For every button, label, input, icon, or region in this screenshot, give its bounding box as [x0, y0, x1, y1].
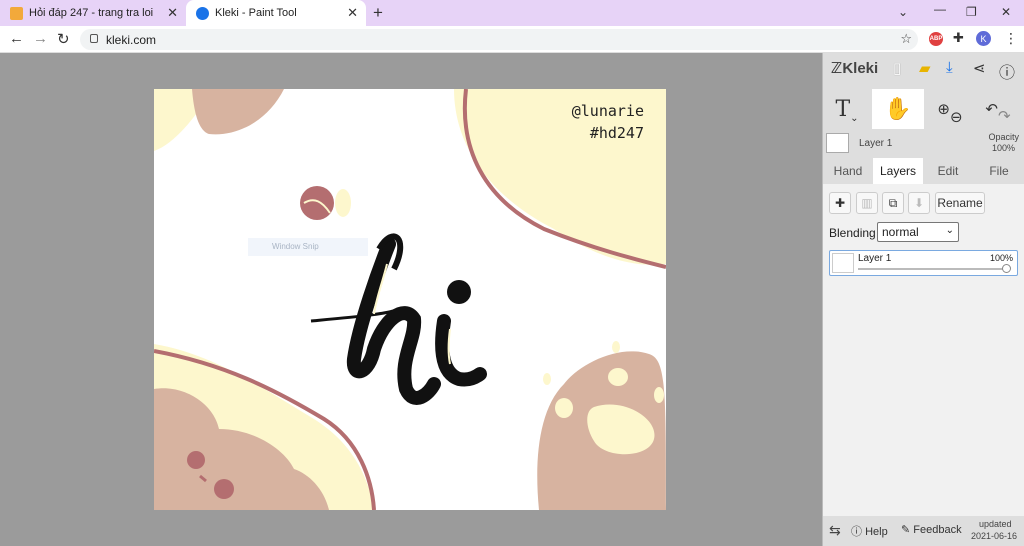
- tab-title: Hỏi đáp 247 - trang tra loi: [29, 7, 154, 19]
- kleki-logo-icon: ℤ: [831, 60, 843, 77]
- chevron-down-icon: ⌄: [945, 225, 954, 236]
- blending-select[interactable]: normal ⌄: [877, 222, 959, 242]
- address-bar-row: ← → ↻ kleki.com ☆: [0, 26, 1024, 53]
- kleki-sidebar: ℤKleki ▯ ▰ ⤓ ⋖ ⓘ T ⌄ ✋ ⊕ ⊖ ↶ ↷ Layer 1 Opac…: [822, 53, 1024, 546]
- kleki-favicon-icon: [196, 6, 209, 20]
- logo-text: Kleki: [842, 60, 879, 77]
- layer-name: Layer 1: [858, 253, 892, 264]
- swap-side-icon[interactable]: ⇆: [829, 522, 841, 539]
- undo-redo-icon[interactable]: ↶ ↷: [975, 89, 1021, 129]
- add-layer-button[interactable]: ✚: [829, 192, 851, 214]
- leaf-cream: [335, 189, 351, 217]
- help-link[interactable]: ⓘ Help: [851, 523, 888, 539]
- url-text: kleki.com: [106, 32, 157, 47]
- tab-edit[interactable]: Edit: [923, 158, 973, 184]
- browser-menu-icon[interactable]: ⋮: [1004, 30, 1018, 47]
- close-window-icon[interactable]: ✕: [1001, 5, 1011, 19]
- new-tab-icon[interactable]: +: [373, 3, 383, 23]
- tab-hoidap247[interactable]: Hỏi đáp 247 - trang tra loi ✕: [0, 0, 186, 26]
- panel-tabs: Hand Layers Edit File: [823, 158, 1024, 184]
- current-layer-info: Layer 1 Opacity 100%: [823, 130, 1024, 158]
- extensions-icon[interactable]: ✚: [953, 30, 964, 46]
- zoom-out-icon[interactable]: ⊖: [950, 108, 963, 126]
- close-tab-icon[interactable]: ✕: [167, 5, 178, 21]
- hoidap-favicon-icon: [10, 6, 23, 20]
- feedback-icon: ✎: [901, 524, 914, 536]
- duplicate-layer-button[interactable]: ⧉: [882, 192, 904, 214]
- tab-search-icon[interactable]: ⌄: [898, 5, 908, 19]
- url-field[interactable]: kleki.com ☆: [80, 29, 918, 50]
- opacity-value: 100%: [991, 143, 1015, 153]
- bookmark-star-icon[interactable]: ☆: [900, 31, 912, 47]
- minimize-icon[interactable]: —: [934, 2, 946, 16]
- sidebar-footer: ⇆ ⓘ Help ✎ Feedback updated 2021-06-16: [823, 516, 1024, 546]
- lock-icon: [90, 34, 98, 43]
- help-circle-icon[interactable]: ⓘ: [999, 59, 1015, 83]
- tab-title: Kleki - Paint Tool: [215, 7, 297, 19]
- slider-handle[interactable]: [1002, 264, 1011, 273]
- merge-down-button[interactable]: ⬇: [908, 192, 930, 214]
- tool-row: T ⌄ ✋ ⊕ ⊖ ↶ ↷: [823, 89, 1024, 129]
- updated-date: 2021-06-16: [971, 531, 1018, 541]
- watermark-handle: @lunarie: [571, 102, 644, 120]
- top-left-tan-blob: [192, 89, 284, 135]
- window-snip-overlay: Window Snip: [248, 238, 368, 256]
- blending-label: Blending: [829, 226, 876, 240]
- restore-icon[interactable]: ❐: [966, 5, 977, 19]
- zoom-icon[interactable]: ⊕ ⊖: [927, 89, 973, 129]
- help-label: Help: [865, 526, 888, 538]
- blending-value: normal: [882, 225, 919, 239]
- open-folder-icon[interactable]: ▰: [919, 59, 931, 77]
- adblock-icon[interactable]: ABP: [929, 32, 943, 46]
- layer-opacity: 100%: [989, 253, 1013, 263]
- feedback-link[interactable]: ✎ Feedback: [901, 523, 962, 536]
- help-icon: ⓘ: [851, 526, 866, 538]
- layer-thumbnail: [826, 133, 849, 153]
- layer-list-item[interactable]: Layer 1 100%: [829, 250, 1018, 276]
- layer-thumbnail: [832, 253, 854, 273]
- tab-layers[interactable]: Layers: [873, 158, 923, 184]
- rename-button[interactable]: Rename: [935, 192, 985, 214]
- kleki-logo[interactable]: ℤKleki: [831, 59, 878, 77]
- current-layer-name: Layer 1: [859, 138, 893, 149]
- share-icon[interactable]: ⋖: [973, 59, 986, 77]
- browser-tab-bar: Hỏi đáp 247 - trang tra loi ✕ Kleki - Pa…: [0, 0, 1024, 26]
- tab-file[interactable]: File: [974, 158, 1024, 184]
- forward-icon[interactable]: →: [33, 30, 48, 47]
- tab-hand[interactable]: Hand: [823, 158, 873, 184]
- drawing-canvas[interactable]: Window Snip @lunarie #hd247: [154, 89, 666, 510]
- feedback-label: Feedback: [913, 524, 962, 536]
- delete-layer-button[interactable]: ▥: [856, 192, 878, 214]
- hand-tool-icon[interactable]: ✋: [872, 89, 924, 129]
- close-tab-icon[interactable]: ✕: [347, 5, 358, 21]
- updated-label: updated: [979, 519, 1012, 529]
- text-tool-icon[interactable]: T ⌄: [823, 89, 871, 129]
- chevron-down-icon: ⌄: [850, 112, 859, 124]
- tab-kleki[interactable]: Kleki - Paint Tool ✕: [186, 0, 366, 26]
- watermark-tag: #hd247: [589, 124, 644, 142]
- redo-icon[interactable]: ↷: [998, 107, 1011, 125]
- layers-panel: ✚ ▥ ⧉ ⬇ Rename Blending normal ⌄ Layer 1…: [823, 184, 1024, 516]
- new-image-icon[interactable]: ▯: [893, 59, 901, 77]
- layer-opacity-slider[interactable]: [858, 268, 1008, 270]
- download-icon[interactable]: ⤓: [946, 59, 953, 76]
- reload-icon[interactable]: ↻: [57, 30, 70, 48]
- profile-avatar[interactable]: K: [976, 31, 991, 46]
- back-icon[interactable]: ←: [9, 30, 24, 47]
- opacity-label: Opacity: [988, 132, 1019, 142]
- artwork: [154, 89, 666, 510]
